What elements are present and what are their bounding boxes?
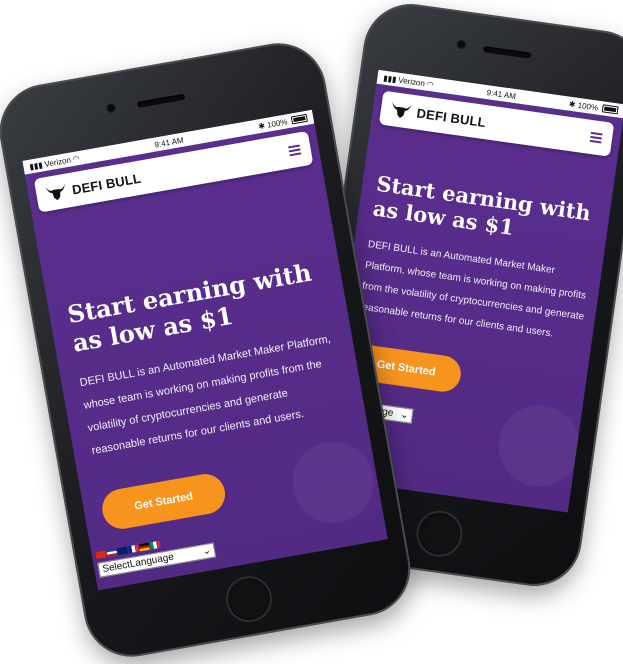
bull-logo-icon xyxy=(392,101,412,119)
home-button xyxy=(412,507,465,560)
status-time: 9:41 AM xyxy=(153,135,185,150)
battery-percent: 100% xyxy=(577,100,599,113)
carrier-name: Verizon xyxy=(43,154,72,169)
wifi-icon: ◠ xyxy=(426,79,435,90)
carrier-name: Verizon xyxy=(397,75,426,88)
language-select-value: SelectLanguage xyxy=(101,551,175,576)
battery-icon xyxy=(601,104,619,115)
signal-icon: ▮▮▮ xyxy=(28,159,44,172)
bull-logo-icon xyxy=(45,183,66,201)
dropdown-arrow-icon: ⌄ xyxy=(201,545,212,558)
brand-logo[interactable]: DEFI BULL xyxy=(390,101,487,130)
hero-description: DEFI BULL is an Automated Market Maker P… xyxy=(358,239,587,340)
signal-icon: ▮▮▮ xyxy=(382,73,398,84)
battery-icon xyxy=(290,114,308,125)
speaker-grille xyxy=(136,93,186,108)
brand-name: DEFI BULL xyxy=(415,105,487,130)
brand-name: DEFI BULL xyxy=(70,170,143,198)
dropdown-arrow-icon: ⌄ xyxy=(399,409,410,422)
bluetooth-icon: ✱ xyxy=(568,99,577,109)
speaker-grille xyxy=(482,46,531,59)
bluetooth-icon: ✱ xyxy=(257,120,266,131)
hero-section: Start earning with as low as $1 DEFI BUL… xyxy=(32,163,386,578)
status-time: 9:41 AM xyxy=(486,87,517,101)
get-started-button[interactable]: Get Started xyxy=(99,470,229,532)
hamburger-menu-icon[interactable] xyxy=(589,131,603,144)
front-camera xyxy=(456,39,467,50)
phone-screen-left: ▮▮▮ Verizon ◠ 9:41 AM ✱ 100% DEFI BULL S… xyxy=(22,109,388,591)
home-button xyxy=(222,572,276,626)
hamburger-menu-icon[interactable] xyxy=(287,144,302,157)
front-camera xyxy=(105,102,117,114)
wifi-icon: ◠ xyxy=(71,153,81,164)
battery-percent: 100% xyxy=(266,116,289,130)
